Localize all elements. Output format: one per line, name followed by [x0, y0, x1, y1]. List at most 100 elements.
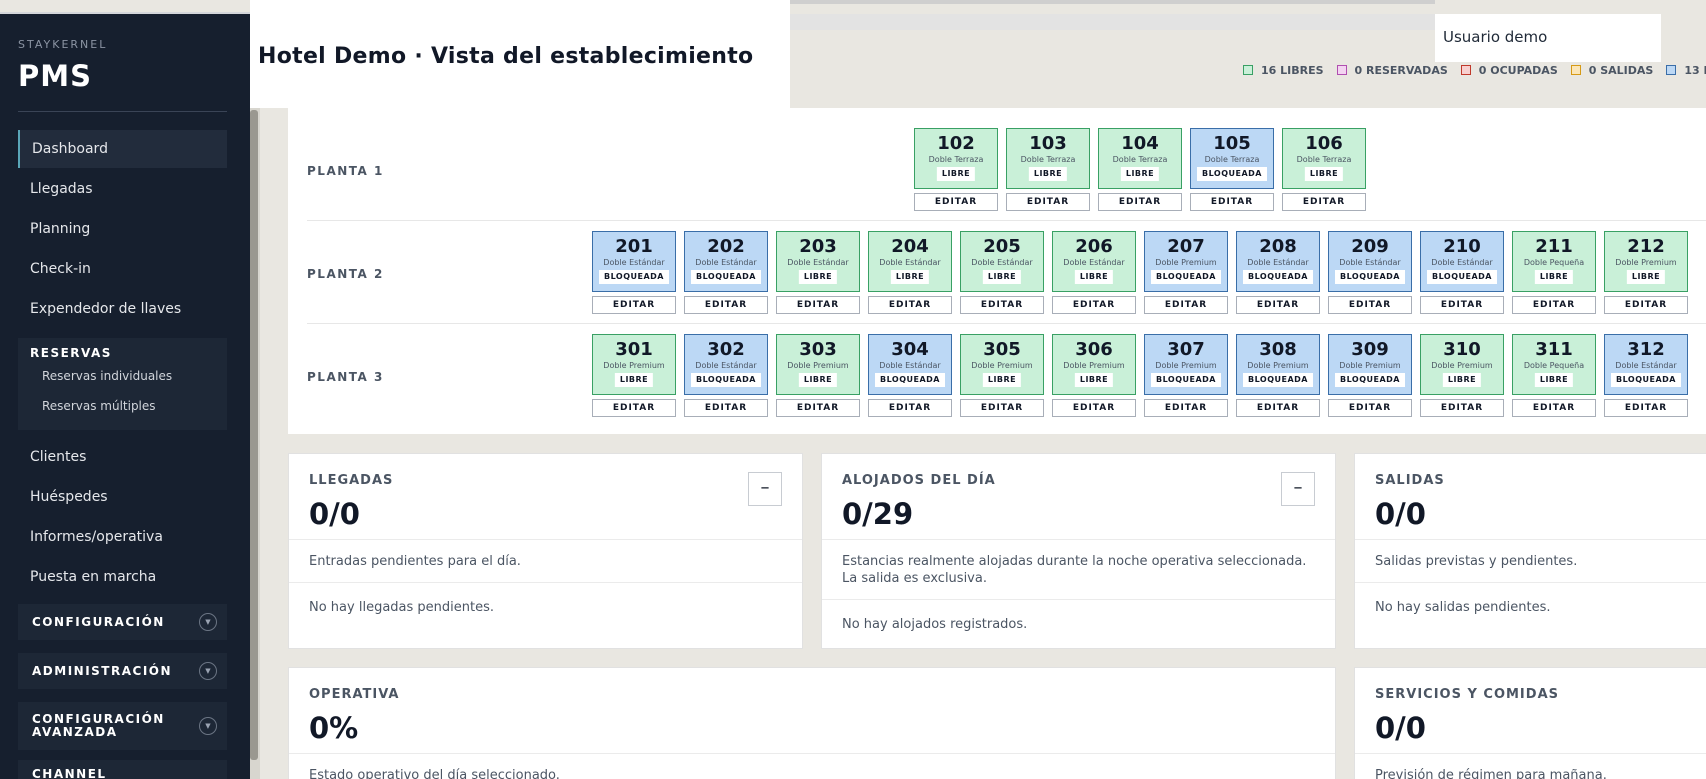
room-status-badge: LIBRE	[1304, 167, 1344, 181]
sidebar-scrollbar-thumb[interactable]	[250, 110, 258, 760]
legend-item: 0 SALIDAS	[1570, 64, 1653, 77]
edit-room-button[interactable]: EDITAR	[1512, 399, 1596, 417]
sidebar-item-informes[interactable]: Informes/operativa	[18, 518, 227, 556]
room-tile[interactable]: 310 Doble Premium LIBRE	[1420, 334, 1504, 395]
edit-room-button[interactable]: EDITAR	[1282, 193, 1366, 211]
edit-room-button[interactable]: EDITAR	[1420, 399, 1504, 417]
room-tile[interactable]: 206 Doble Estándar LIBRE	[1052, 231, 1136, 292]
room-number: 303	[799, 339, 837, 360]
room-tile[interactable]: 302 Doble Estándar BLOQUEADA	[684, 334, 768, 395]
room-type: Doble Estándar	[1615, 361, 1677, 370]
room-tile[interactable]: 202 Doble Estándar BLOQUEADA	[684, 231, 768, 292]
room-tile[interactable]: 102 Doble Terraza LIBRE	[914, 128, 998, 189]
edit-room-button[interactable]: EDITAR	[592, 296, 676, 314]
room-tile[interactable]: 105 Doble Terraza BLOQUEADA	[1190, 128, 1274, 189]
room-tile[interactable]: 205 Doble Estándar LIBRE	[960, 231, 1044, 292]
sidebar-item-puesta-en-marcha[interactable]: Puesta en marcha	[18, 558, 227, 596]
brand-subtitle: STAYKERNEL	[18, 38, 108, 51]
room-number: 205	[983, 236, 1021, 257]
room-tile[interactable]: 306 Doble Premium LIBRE	[1052, 334, 1136, 395]
room-tile[interactable]: 309 Doble Premium BLOQUEADA	[1328, 334, 1412, 395]
edit-room-button[interactable]: EDITAR	[1604, 296, 1688, 314]
edit-room-button[interactable]: EDITAR	[684, 399, 768, 417]
edit-room-button[interactable]: EDITAR	[1144, 296, 1228, 314]
edit-room-button[interactable]: EDITAR	[776, 399, 860, 417]
sidebar-collapse-configuracion[interactable]: CONFIGURACIÓN ▼	[18, 604, 227, 640]
edit-room-button[interactable]: EDITAR	[776, 296, 860, 314]
room-tile[interactable]: 204 Doble Estándar LIBRE	[868, 231, 952, 292]
sidebar-item-checkin[interactable]: Check-in	[18, 250, 227, 288]
edit-room-button[interactable]: EDITAR	[960, 296, 1044, 314]
collapse-button[interactable]: –	[748, 472, 782, 506]
room-tile[interactable]: 312 Doble Estándar BLOQUEADA	[1604, 334, 1688, 395]
sidebar-group-reservas: RESERVAS Reservas individuales Reservas …	[18, 338, 227, 430]
edit-room-button[interactable]: EDITAR	[592, 399, 676, 417]
sidebar-item-reservas-multiples[interactable]: Reservas múltiples	[42, 399, 156, 413]
edit-room-button[interactable]: EDITAR	[1604, 399, 1688, 417]
sidebar-item-clientes[interactable]: Clientes	[18, 438, 227, 476]
room-tile[interactable]: 211 Doble Pequeña LIBRE	[1512, 231, 1596, 292]
card-salidas: SALIDAS 0/0 Salidas previstas y pendient…	[1354, 453, 1706, 649]
edit-room-button[interactable]: EDITAR	[1420, 296, 1504, 314]
room-number: 207	[1167, 236, 1205, 257]
room-tile[interactable]: 308 Doble Premium BLOQUEADA	[1236, 334, 1320, 395]
edit-room-button[interactable]: EDITAR	[1144, 399, 1228, 417]
edit-room-button[interactable]: EDITAR	[1512, 296, 1596, 314]
room-tile[interactable]: 303 Doble Premium LIBRE	[776, 334, 860, 395]
collapse-button[interactable]: –	[1281, 472, 1315, 506]
sidebar-collapse-configuracion-avanzada[interactable]: CONFIGURACIÓN AVANZADA ▼	[18, 702, 227, 750]
edit-room-button[interactable]: EDITAR	[868, 399, 952, 417]
edit-room-button[interactable]: EDITAR	[1236, 296, 1320, 314]
room-status-badge: LIBRE	[890, 270, 930, 284]
room-status-badge: LIBRE	[1028, 167, 1068, 181]
room-status-badge: BLOQUEADA	[1151, 270, 1221, 284]
floor-label: PLANTA 1	[307, 164, 384, 178]
edit-room-button[interactable]: EDITAR	[868, 296, 952, 314]
room-number: 104	[1121, 133, 1159, 154]
sidebar-item-huespedes[interactable]: Huéspedes	[18, 478, 227, 516]
room-tile[interactable]: 301 Doble Premium LIBRE	[592, 334, 676, 395]
edit-room-button[interactable]: EDITAR	[960, 399, 1044, 417]
room-status-badge: BLOQUEADA	[1151, 373, 1221, 387]
sidebar-collapse-administracion[interactable]: ADMINISTRACIÓN ▼	[18, 653, 227, 689]
room-tile[interactable]: 212 Doble Premium LIBRE	[1604, 231, 1688, 292]
sidebar-group-title[interactable]: RESERVAS	[30, 346, 112, 360]
sidebar-item-expendedor-llaves[interactable]: Expendedor de llaves	[18, 290, 227, 328]
edit-room-button[interactable]: EDITAR	[1098, 193, 1182, 211]
room-tile[interactable]: 304 Doble Estándar BLOQUEADA	[868, 334, 952, 395]
sidebar-item-dashboard[interactable]: Dashboard	[18, 130, 227, 168]
sidebar-item-reservas-individuales[interactable]: Reservas individuales	[42, 369, 172, 383]
edit-room-button[interactable]: EDITAR	[1236, 399, 1320, 417]
edit-room-button[interactable]: EDITAR	[1006, 193, 1090, 211]
room-tile[interactable]: 207 Doble Premium BLOQUEADA	[1144, 231, 1228, 292]
edit-room-button[interactable]: EDITAR	[1328, 399, 1412, 417]
edit-room-button[interactable]: EDITAR	[1052, 399, 1136, 417]
room-tile[interactable]: 307 Doble Premium BLOQUEADA	[1144, 334, 1228, 395]
room-type: Doble Terraza	[1112, 155, 1168, 164]
room-tile[interactable]: 106 Doble Terraza LIBRE	[1282, 128, 1366, 189]
room-tile[interactable]: 305 Doble Premium LIBRE	[960, 334, 1044, 395]
edit-room-button[interactable]: EDITAR	[684, 296, 768, 314]
room-tile[interactable]: 203 Doble Estándar LIBRE	[776, 231, 860, 292]
sidebar-item-planning[interactable]: Planning	[18, 210, 227, 248]
room-number: 305	[983, 339, 1021, 360]
edit-room-button[interactable]: EDITAR	[1328, 296, 1412, 314]
sidebar-collapse-channel[interactable]: CHANNEL	[18, 760, 227, 779]
user-name[interactable]: Usuario demo	[1443, 28, 1547, 46]
card-divider	[822, 599, 1335, 600]
room-tile[interactable]: 210 Doble Estándar BLOQUEADA	[1420, 231, 1504, 292]
brand-logo: PMS	[18, 59, 92, 93]
sidebar-item-llegadas[interactable]: Llegadas	[18, 170, 227, 208]
room-status-badge: BLOQUEADA	[599, 270, 669, 284]
room-tile[interactable]: 103 Doble Terraza LIBRE	[1006, 128, 1090, 189]
room-tile[interactable]: 104 Doble Terraza LIBRE	[1098, 128, 1182, 189]
edit-room-button[interactable]: EDITAR	[1190, 193, 1274, 211]
edit-room-button[interactable]: EDITAR	[1052, 296, 1136, 314]
room-tile[interactable]: 209 Doble Estándar BLOQUEADA	[1328, 231, 1412, 292]
room-tile[interactable]: 201 Doble Estándar BLOQUEADA	[592, 231, 676, 292]
edit-room-button[interactable]: EDITAR	[914, 193, 998, 211]
room-number: 202	[707, 236, 745, 257]
card-title: ALOJADOS DEL DÍA	[842, 473, 996, 488]
room-tile[interactable]: 208 Doble Estándar BLOQUEADA	[1236, 231, 1320, 292]
room-tile[interactable]: 311 Doble Pequeña LIBRE	[1512, 334, 1596, 395]
